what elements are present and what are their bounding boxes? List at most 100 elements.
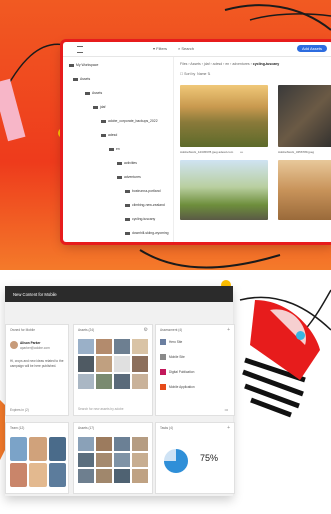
folder-icon <box>109 147 114 151</box>
folder-icon <box>117 175 122 179</box>
card-header: Tasks (4) <box>160 426 173 430</box>
tree-item[interactable]: activities <box>117 161 137 165</box>
sort-direction-icon[interactable]: ⇅ <box>208 72 211 76</box>
owner-email[interactable]: aparker@adobe.com <box>20 346 50 350</box>
assessment-item[interactable]: Mobile Application <box>160 384 195 390</box>
sort-value: Name <box>197 72 207 76</box>
asset-tile[interactable] <box>78 453 94 467</box>
asset-tile[interactable] <box>96 469 112 483</box>
tree-item[interactable]: adventures <box>117 175 141 179</box>
asset-tile[interactable] <box>132 339 148 355</box>
folder-icon <box>101 119 106 123</box>
sort-control[interactable]: ☐ Sort by Name ⇅ <box>180 72 210 76</box>
tree-item[interactable]: Assets <box>85 91 102 95</box>
asset-tile[interactable] <box>132 437 148 451</box>
add-icon[interactable]: + <box>227 425 230 431</box>
asset-tile[interactable] <box>78 356 94 372</box>
asset-tile[interactable] <box>132 453 148 467</box>
avatar[interactable] <box>10 437 28 461</box>
asset-tile[interactable] <box>114 437 130 451</box>
avatar[interactable] <box>48 437 66 461</box>
tree-item[interactable]: adobe_corporate_backups_2022 <box>101 119 158 123</box>
asset-tile[interactable] <box>114 356 130 372</box>
asset-tile[interactable] <box>132 469 148 483</box>
tree-item[interactable]: en <box>109 147 120 151</box>
caption-meta: adesd.com <box>218 150 234 154</box>
asset-thumbnail[interactable] <box>180 160 268 220</box>
breadcrumb-current: cycling-tuscany <box>252 62 280 66</box>
asset-tile[interactable] <box>78 437 94 451</box>
card-header: Owned for Mobile <box>10 328 35 332</box>
tree-item[interactable]: bostrunna-portland <box>125 189 160 193</box>
hamburger-icon[interactable] <box>77 46 83 53</box>
card-header: Assessment (4) <box>160 328 183 332</box>
add-assets-button[interactable]: Add Assets <box>296 45 327 52</box>
add-icon[interactable]: + <box>227 327 230 333</box>
progress-percent: 75% <box>200 453 219 463</box>
asset-tile[interactable] <box>114 469 130 483</box>
search-field[interactable]: ⌕ Search <box>178 46 194 51</box>
tree-label: downhill-skiing-wyoming <box>132 231 169 235</box>
breadcrumb-path[interactable]: Files › Assets › jdaf › adesd › en › adv… <box>180 62 252 66</box>
asset-caption: AdobeStock_12345678.jpeg adesd.com ••• <box>180 150 243 154</box>
assessment-item[interactable]: Hero Site <box>160 339 182 345</box>
asset-tile[interactable] <box>78 339 94 355</box>
assets-card-2: Assets (17) <box>73 422 153 494</box>
progress-pie-chart <box>164 449 188 473</box>
blue-dot <box>296 331 305 340</box>
asset-tile[interactable] <box>114 373 130 389</box>
assets-search-input[interactable]: Search for new assets by adobe <box>78 407 124 411</box>
asset-thumbnail[interactable] <box>180 85 268 147</box>
asset-tile[interactable] <box>96 356 112 372</box>
folder-icon <box>125 189 130 193</box>
tree-item[interactable]: climbing-new-zealand <box>125 203 165 207</box>
tasks-card: Tasks (4) + 75% <box>155 422 235 494</box>
owner-note: Hi, crops and new ideas related to the c… <box>10 359 64 368</box>
avatar[interactable] <box>48 463 66 487</box>
more-icon[interactable]: ••• <box>225 408 228 412</box>
tree-label: adesd <box>108 133 118 137</box>
gear-icon[interactable]: ⚙ <box>144 327 148 333</box>
tree-item[interactable]: jdaf <box>93 105 105 109</box>
tree-item[interactable]: downhill-skiing-wyoming <box>125 231 169 235</box>
card-header: Assets (24) <box>78 328 95 332</box>
avatar[interactable] <box>10 463 28 487</box>
more-icon[interactable]: ••• <box>240 150 243 154</box>
team-card: Team (12) <box>5 422 69 494</box>
asset-tile[interactable] <box>78 469 94 483</box>
asset-thumbnail[interactable] <box>278 85 331 147</box>
tree-item[interactable]: Assets <box>73 77 90 81</box>
asset-tile[interactable] <box>96 453 112 467</box>
tree-item-workspace[interactable]: My Workspace <box>69 63 98 67</box>
assessment-item[interactable]: Digital Publication <box>160 369 194 375</box>
tree-item[interactable]: adesd <box>101 133 117 137</box>
assessment-card: Assessment (4) + Hero Site Mobile Site D… <box>155 324 235 416</box>
filters-button[interactable]: ▾ Filters <box>153 46 167 51</box>
add-assets-label: Add Assets <box>301 46 322 51</box>
asset-tile[interactable] <box>132 373 148 389</box>
thumbnail-icon <box>160 384 166 390</box>
asset-tile[interactable] <box>114 453 130 467</box>
thumbnail-icon <box>160 369 166 375</box>
asset-tile[interactable] <box>96 437 112 451</box>
avatar[interactable] <box>29 437 47 461</box>
breadcrumb: Files › Assets › jdaf › adesd › en › adv… <box>180 62 279 66</box>
assets-grid <box>78 437 148 483</box>
dashboard-title: New Content for Mobile <box>13 292 57 297</box>
asset-tile[interactable] <box>132 356 148 372</box>
search-placeholder: Search <box>181 46 195 51</box>
asset-tile[interactable] <box>96 373 112 389</box>
asset-tile[interactable] <box>114 339 130 355</box>
dashboard-window: New Content for Mobile Owned for Mobile … <box>5 286 235 496</box>
asset-thumbnail[interactable] <box>278 160 331 220</box>
avatar[interactable] <box>29 463 47 487</box>
tree-label: bostrunna-portland <box>132 189 161 193</box>
folder-tree: My Workspace Assets Assets jdaf adobe_co… <box>63 57 174 242</box>
asset-tile[interactable] <box>96 339 112 355</box>
assessment-label: Digital Publication <box>169 369 195 374</box>
thumbnail-icon <box>160 339 166 345</box>
assessment-item[interactable]: Mobile Site <box>160 354 185 360</box>
tree-item-selected[interactable]: cycling-tuscany <box>125 217 155 221</box>
asset-tile[interactable] <box>78 373 94 389</box>
folder-icon <box>117 161 122 165</box>
